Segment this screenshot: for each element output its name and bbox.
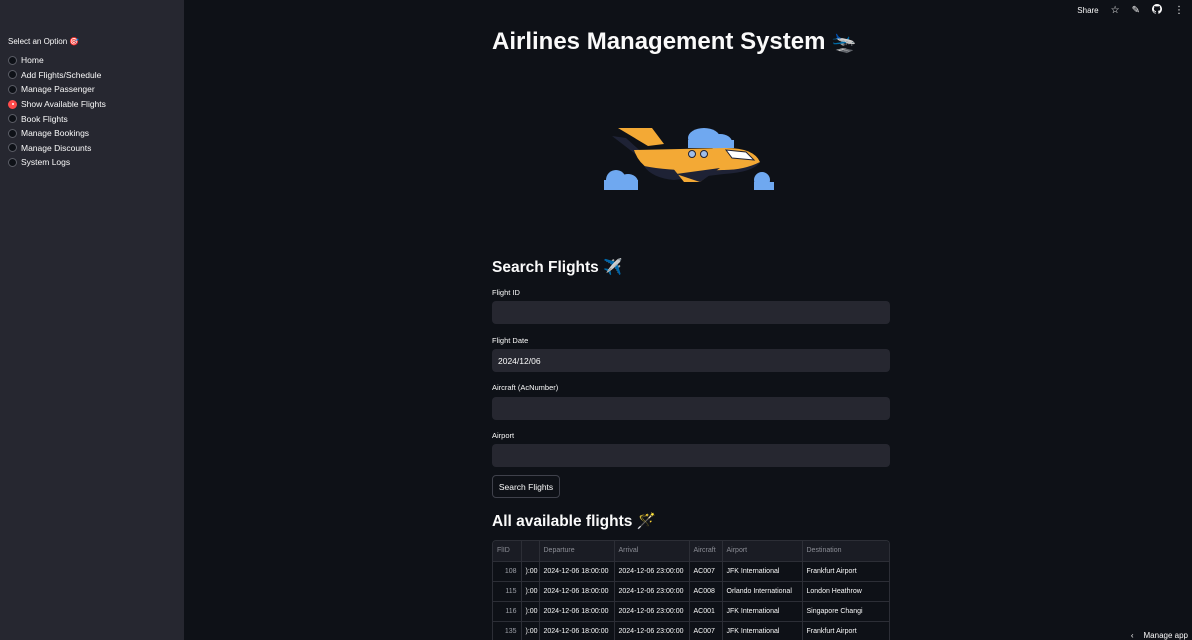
table-row[interactable]: 108 ):00 2024-12-06 18:00:00 2024-12-06 … — [493, 561, 889, 582]
app-root: Select an Option 🎯 Home Add Flights/Sche… — [0, 0, 1192, 640]
table-cell: AC007 — [689, 621, 723, 640]
manage-app-label: Manage app — [1143, 631, 1188, 640]
radio-label: Add Flights/Schedule — [21, 69, 102, 80]
table-header-row: FlID Departure Arrival Aircraft Airport … — [493, 541, 889, 562]
radio-label: Manage Discounts — [21, 142, 92, 153]
radio-indicator — [8, 55, 17, 65]
star-icon[interactable]: ☆ — [1111, 5, 1120, 16]
radio-manage-bookings[interactable]: Manage Bookings — [8, 126, 106, 141]
table-cell: 2024-12-06 23:00:00 — [614, 621, 690, 640]
edit-icon[interactable]: ✎ — [1132, 5, 1140, 16]
radio-label: Show Available Flights — [21, 99, 106, 110]
column-header[interactable]: Aircraft — [689, 541, 723, 562]
github-icon[interactable] — [1151, 3, 1163, 17]
table-row[interactable]: 135 ):00 2024-12-06 18:00:00 2024-12-06 … — [493, 621, 889, 640]
table-cell: JFK International — [722, 621, 803, 640]
radio-indicator — [8, 70, 17, 80]
table-cell: AC008 — [689, 581, 723, 602]
manage-app-button[interactable]: ‹ Manage app — [1131, 631, 1188, 640]
table-cell: JFK International — [722, 561, 803, 582]
results-heading: All available flights 🪄 — [492, 513, 657, 530]
radio-manage-discounts[interactable]: Manage Discounts — [8, 141, 106, 156]
flight-date-input[interactable] — [492, 349, 890, 372]
radio-show-available-flights[interactable]: Show Available Flights — [8, 97, 106, 112]
radio-home[interactable]: Home — [8, 53, 106, 68]
radio-label: Home — [21, 55, 44, 66]
chevron-left-icon: ‹ — [1130, 631, 1134, 640]
radio-book-flights[interactable]: Book Flights — [8, 111, 106, 126]
table-row[interactable]: 116 ):00 2024-12-06 18:00:00 2024-12-06 … — [493, 601, 889, 622]
table-cell: Frankfurt Airport — [802, 621, 889, 640]
table-cell: 2024-12-06 23:00:00 — [614, 581, 690, 602]
page-title-text: Airlines Management System — [492, 28, 826, 55]
share-button[interactable]: Share — [1077, 6, 1098, 15]
sidebar-select-label: Select an Option 🎯 — [8, 37, 80, 46]
radio-indicator-selected — [8, 99, 17, 109]
table-cell: Singapore Changi — [802, 601, 889, 622]
radio-label: Manage Bookings — [21, 128, 90, 139]
table-cell: 2024-12-06 18:00:00 — [539, 601, 615, 622]
search-flights-button[interactable]: Search Flights — [492, 475, 560, 498]
airport-input[interactable] — [492, 444, 890, 467]
toolbar: Share ☆ ✎ ⋮ — [1077, 3, 1184, 17]
column-header[interactable]: Departure — [539, 541, 615, 562]
sidebar-radio-group: Home Add Flights/Schedule Manage Passeng… — [8, 53, 106, 170]
radio-manage-passenger[interactable]: Manage Passenger — [8, 82, 106, 97]
table-cell: AC001 — [689, 601, 723, 622]
radio-indicator — [8, 84, 17, 94]
radio-label: Book Flights — [21, 113, 68, 124]
table-cell: ):00 — [521, 621, 540, 640]
table-cell: ):00 — [521, 561, 540, 582]
column-header[interactable]: Arrival — [614, 541, 690, 562]
table-cell: 2024-12-06 18:00:00 — [539, 621, 615, 640]
flight-id-input[interactable] — [492, 301, 890, 324]
flight-date-label: Flight Date — [492, 336, 529, 345]
table-cell: ):00 — [521, 601, 540, 622]
more-menu-icon[interactable]: ⋮ — [1174, 5, 1184, 16]
column-header[interactable]: Destination — [802, 541, 889, 562]
flight-id-label: Flight ID — [492, 288, 520, 297]
radio-indicator — [8, 128, 17, 138]
radio-label: System Logs — [21, 157, 71, 168]
table-cell: 115 — [493, 581, 522, 602]
search-flights-heading: Search Flights ✈️ — [492, 259, 623, 276]
radio-system-logs[interactable]: System Logs — [8, 155, 106, 170]
table-cell: 2024-12-06 23:00:00 — [614, 561, 690, 582]
table-cell: ):00 — [521, 581, 540, 602]
page-title: Airlines Management System 🛬 — [492, 28, 856, 56]
radio-indicator — [8, 114, 17, 124]
table-cell: 2024-12-06 18:00:00 — [539, 581, 615, 602]
table-cell: 116 — [493, 601, 522, 622]
airplane-illustration — [604, 122, 779, 194]
table-cell: 2024-12-06 18:00:00 — [539, 561, 615, 582]
flights-table[interactable]: FlID Departure Arrival Aircraft Airport … — [492, 540, 890, 640]
table-cell: AC007 — [689, 561, 723, 582]
radio-indicator — [8, 157, 17, 167]
airplane-arrival-icon: 🛬 — [831, 32, 857, 54]
aircraft-input[interactable] — [492, 397, 890, 420]
table-cell: London Heathrow — [802, 581, 889, 602]
airport-label: Airport — [492, 431, 515, 440]
radio-add-flights[interactable]: Add Flights/Schedule — [8, 68, 106, 83]
table-cell: 108 — [493, 561, 522, 582]
table-row[interactable]: 115 ):00 2024-12-06 18:00:00 2024-12-06 … — [493, 581, 889, 602]
sidebar: Select an Option 🎯 Home Add Flights/Sche… — [0, 0, 184, 640]
table-cell: 135 — [493, 621, 522, 640]
radio-label: Manage Passenger — [21, 84, 95, 95]
column-header[interactable]: Airport — [722, 541, 803, 562]
radio-indicator — [8, 143, 17, 153]
aircraft-label: Aircraft (AcNumber) — [492, 383, 559, 392]
table-cell: Orlando International — [722, 581, 803, 602]
table-cell: JFK International — [722, 601, 803, 622]
table-cell: 2024-12-06 23:00:00 — [614, 601, 690, 622]
column-header[interactable] — [521, 541, 540, 562]
column-header[interactable]: FlID — [493, 541, 522, 562]
table-cell: Frankfurt Airport — [802, 561, 889, 582]
